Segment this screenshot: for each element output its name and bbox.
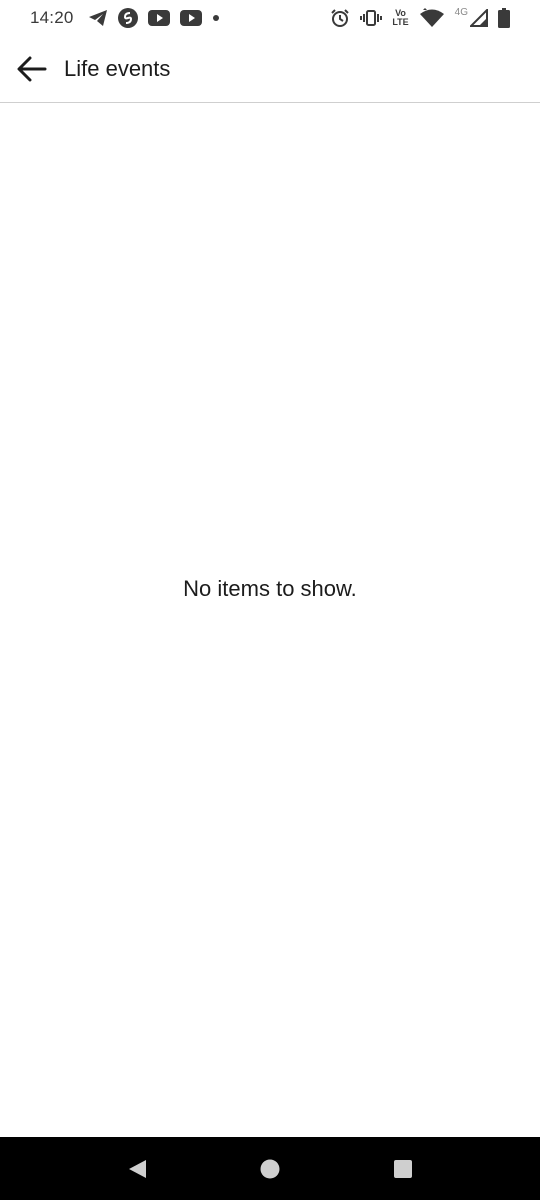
- more-notifications-dot-icon: [212, 14, 220, 22]
- arrow-left-icon: [17, 56, 47, 82]
- telegram-icon: [88, 9, 108, 27]
- system-navigation-bar: [0, 1137, 540, 1200]
- status-right: Vo LTE 4G: [330, 6, 510, 28]
- back-button[interactable]: [0, 36, 64, 103]
- alarm-icon: [330, 8, 350, 28]
- status-left: 14:20: [30, 8, 220, 28]
- network-type-label: 4G: [454, 6, 468, 18]
- empty-state-message: No items to show.: [183, 575, 357, 601]
- volte-bottom-label: LTE: [392, 17, 409, 27]
- triangle-back-icon: [126, 1158, 148, 1180]
- nav-home-button[interactable]: [240, 1137, 300, 1200]
- volte-indicator: Vo LTE: [392, 9, 408, 27]
- nav-back-button[interactable]: [107, 1137, 167, 1200]
- cell-signal-icon: [470, 9, 488, 27]
- wifi-icon: [419, 8, 445, 28]
- nav-recents-button[interactable]: [373, 1137, 433, 1200]
- shazam-icon: [117, 8, 138, 28]
- content-area: No items to show.: [0, 104, 540, 1137]
- page-title: Life events: [64, 56, 171, 81]
- square-recents-icon: [392, 1158, 414, 1180]
- circle-home-icon: [259, 1158, 281, 1180]
- vibrate-icon: [360, 9, 383, 27]
- screen: 14:20 Vo LTE 4G Life events No items to …: [0, 0, 540, 1200]
- status-time: 14:20: [30, 8, 74, 27]
- youtube-icon: [179, 10, 202, 26]
- battery-icon: [498, 8, 510, 28]
- youtube-icon: [147, 10, 170, 26]
- app-bar: Life events: [0, 36, 540, 103]
- status-bar: 14:20 Vo LTE 4G: [0, 0, 540, 36]
